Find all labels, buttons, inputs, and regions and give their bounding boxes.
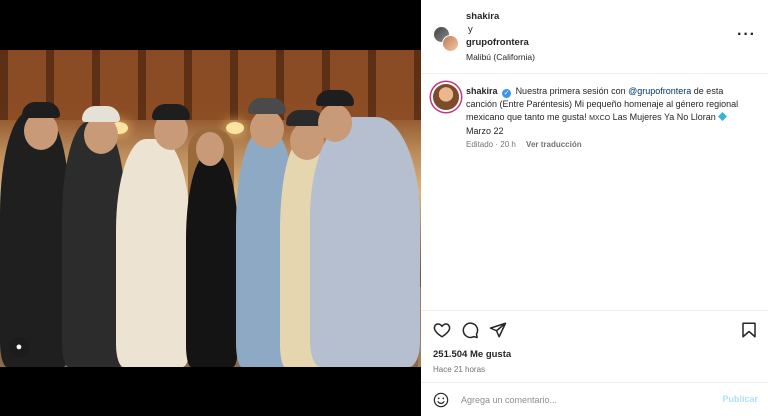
caption-text: shakira ✓ Nuestra primera sesión con @gr…: [466, 85, 754, 138]
caption-segment: Marzo 22: [466, 126, 504, 136]
person-head: [318, 104, 352, 142]
mention-link[interactable]: @grupofrontera: [628, 86, 691, 96]
caption-segment: Nuestra primera sesión con: [515, 86, 629, 96]
caption-meta: Editado · 20 h Ver traducción: [466, 140, 582, 149]
comment-icon[interactable]: [461, 321, 479, 339]
location-link[interactable]: Malibú (California): [466, 51, 535, 64]
more-options-icon[interactable]: ···: [737, 26, 756, 44]
photo-lamp: [226, 122, 244, 134]
person-head: [250, 110, 284, 148]
edited-label: Editado · 20 h: [466, 140, 516, 149]
see-translation-button[interactable]: Ver traducción: [526, 140, 582, 149]
person-cap: [152, 104, 190, 120]
caption-segment: Las Mujeres Ya No Lloran: [610, 112, 719, 122]
person-cap: [82, 106, 120, 122]
person: [0, 112, 70, 367]
caption-section: shakira ✓ Nuestra primera sesión con @gr…: [421, 74, 768, 310]
likes-count[interactable]: 251.504 Me gusta: [433, 349, 511, 360]
person-head: [196, 132, 224, 166]
action-bar: 251.504 Me gusta Hace 21 horas: [421, 310, 768, 382]
post-media: ●: [0, 0, 421, 416]
verified-badge-icon: ✓: [502, 89, 512, 98]
post-header: shakira y grupofrontera Malibú (Californ…: [421, 0, 768, 74]
post-timestamp[interactable]: Hace 21 horas: [433, 365, 485, 374]
share-icon[interactable]: [489, 321, 507, 339]
comment-bar: Publicar: [421, 382, 768, 416]
publish-button[interactable]: Publicar: [722, 394, 758, 404]
avatar[interactable]: [433, 84, 459, 110]
gem-icon: [718, 112, 728, 121]
collab-info: shakira y grupofrontera Malibú (Californ…: [466, 10, 535, 64]
comment-input[interactable]: [461, 392, 711, 408]
avatar[interactable]: [442, 35, 459, 52]
collab-avatars[interactable]: [433, 26, 459, 52]
photo-ceiling: [0, 50, 421, 120]
username-link[interactable]: shakira: [466, 10, 535, 23]
username-link[interactable]: grupofrontera: [466, 36, 535, 49]
person-cap: [248, 98, 286, 114]
person: [310, 117, 420, 367]
person: [116, 139, 190, 367]
collab-conjunction: y: [468, 24, 473, 35]
person-cap: [22, 102, 60, 118]
person-cap: [316, 90, 354, 106]
mexico-flag-icon: MXCO: [589, 115, 611, 122]
person: [186, 155, 238, 367]
username-link[interactable]: shakira: [466, 86, 498, 96]
emoji-icon[interactable]: [433, 392, 449, 408]
like-heart-icon[interactable]: [433, 321, 451, 339]
save-bookmark-icon[interactable]: [740, 321, 758, 339]
post-sidebar: shakira y grupofrontera Malibú (Californ…: [421, 0, 768, 416]
post-photo[interactable]: ●: [0, 50, 421, 367]
tagged-people-icon[interactable]: ●: [9, 337, 29, 357]
